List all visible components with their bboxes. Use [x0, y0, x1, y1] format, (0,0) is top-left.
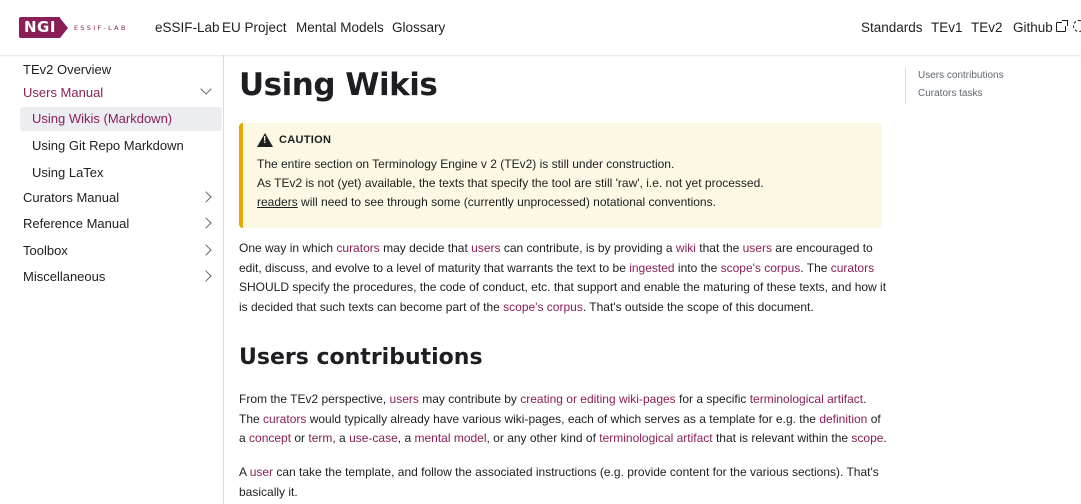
nav-link-standards[interactable]: Standards: [861, 0, 923, 55]
nav-link-mental-models[interactable]: Mental Models: [296, 0, 384, 55]
definition-link[interactable]: definition: [819, 412, 867, 426]
sidebar-item-users-manual[interactable]: Users Manual: [11, 81, 222, 105]
users-link[interactable]: users: [390, 392, 419, 406]
contributions-paragraph: From the TEv2 perspective, users may con…: [239, 390, 889, 449]
sidebar-item-reference-manual[interactable]: Reference Manual: [11, 212, 222, 236]
chevron-right-icon[interactable]: [200, 191, 212, 203]
text-span: can contribute, is by providing a: [500, 241, 676, 255]
term-link[interactable]: term: [308, 431, 332, 445]
caution-line: readers will need to see through some (c…: [257, 193, 868, 212]
chevron-right-icon[interactable]: [200, 217, 212, 229]
text-span: . That's outside the scope of this docum…: [582, 299, 814, 314]
chevron-right-icon[interactable]: [200, 270, 212, 282]
user-link[interactable]: user: [250, 465, 273, 479]
wiki-link[interactable]: wiki: [676, 241, 696, 255]
text-span: A: [239, 465, 250, 479]
nav-link-essif-lab[interactable]: eSSIF-Lab: [155, 0, 220, 55]
sidebar-item-label: Curators Manual: [23, 190, 120, 205]
scopes-corpus-link[interactable]: scope's corpus: [503, 300, 583, 314]
logo-mark: NGI: [19, 17, 60, 38]
mental-model-link[interactable]: mental model: [414, 431, 486, 445]
use-case-link[interactable]: use-case: [349, 431, 398, 445]
sidebar-item-using-git-repo-markdown[interactable]: Using Git Repo Markdown: [20, 134, 222, 158]
curators-link[interactable]: curators: [263, 412, 306, 426]
caution-heading: CAUTION: [257, 133, 868, 147]
users-link[interactable]: users: [743, 241, 772, 255]
caution-line-text: will need to see through some (currently…: [297, 195, 716, 209]
text-span: may contribute by: [418, 392, 521, 406]
terminological-artifact-link[interactable]: terminological artifact: [599, 431, 712, 445]
navbar: NGI ESSIF-LAB eSSIF-Lab EU Project Menta…: [0, 0, 1081, 55]
chevron-right-icon[interactable]: [200, 244, 212, 256]
sidebar-item-label: Using Git Repo Markdown: [32, 138, 184, 153]
text-span: would typically already have various wik…: [306, 411, 820, 426]
github-label: Github: [1013, 20, 1053, 35]
sidebar-item-label: Users Manual: [23, 85, 104, 100]
sidebar-item-using-latex[interactable]: Using LaTex: [20, 161, 222, 185]
sidebar-item-tev2-overview[interactable]: TEv2 Overview: [11, 58, 222, 82]
users-link[interactable]: users: [471, 241, 500, 255]
page-title: Using Wikis: [239, 67, 438, 103]
sidebar: TEv2 Overview Users Manual Using Wikis (…: [0, 55, 224, 504]
nav-link-tev2[interactable]: TEv2: [971, 0, 1003, 55]
sidebar-item-curators-manual[interactable]: Curators Manual: [11, 186, 222, 210]
nav-link-tev1[interactable]: TEv1: [931, 0, 963, 55]
text-span: that is relevant within the: [712, 431, 852, 445]
creating-editing-wiki-pages-link[interactable]: creating or editing wiki-pages: [520, 392, 675, 406]
warning-icon: [257, 133, 273, 147]
sidebar-item-label: Miscellaneous: [23, 269, 106, 284]
site-logo[interactable]: NGI ESSIF-LAB: [19, 17, 128, 38]
text-span: , a: [332, 431, 350, 445]
text-span: that the: [695, 241, 743, 255]
text-span: may decide that: [379, 241, 472, 255]
sidebar-item-miscellaneous[interactable]: Miscellaneous: [11, 265, 222, 289]
template-paragraph: A user can take the template, and follow…: [239, 463, 889, 502]
toc-item-curators-tasks[interactable]: Curators tasks: [918, 86, 1081, 102]
table-of-contents: Users contributions Curators tasks: [905, 68, 1081, 104]
logo-arrow: [59, 17, 68, 38]
nav-link-eu-project[interactable]: EU Project: [222, 0, 287, 55]
sidebar-item-label: Toolbox: [23, 243, 68, 258]
curators-link[interactable]: curators: [831, 261, 874, 275]
text-span: .: [883, 431, 887, 445]
caution-admonition: CAUTION The entire section on Terminolog…: [239, 123, 882, 228]
chevron-down-icon[interactable]: [200, 83, 212, 95]
nav-link-github[interactable]: Github: [1013, 0, 1068, 55]
external-link-icon: [1055, 20, 1068, 32]
section-heading-users-contributions: Users contributions: [239, 345, 483, 370]
concept-link[interactable]: concept: [249, 431, 291, 445]
terminological-artifact-link[interactable]: terminological artifact: [750, 392, 863, 406]
sidebar-item-using-wikis[interactable]: Using Wikis (Markdown): [20, 107, 222, 131]
readers-link[interactable]: readers: [257, 195, 298, 209]
caution-line: The entire section on Terminology Engine…: [257, 157, 675, 171]
text-span: One way in which: [239, 241, 337, 255]
text-span: , or any other kind of: [486, 431, 600, 445]
caution-line: As TEv2 is not (yet) available, the text…: [257, 176, 764, 190]
scopes-corpus-link[interactable]: scope's corpus: [721, 261, 801, 275]
text-span: . The: [800, 260, 831, 275]
text-span: can take the template, and follow the as…: [239, 465, 879, 499]
caution-body: The entire section on Terminology Engine…: [257, 155, 868, 212]
sidebar-item-toolbox[interactable]: Toolbox: [11, 239, 222, 263]
caution-label: CAUTION: [279, 134, 332, 146]
sidebar-item-label: Reference Manual: [23, 216, 130, 231]
toc-item-users-contributions[interactable]: Users contributions: [918, 68, 1081, 84]
sidebar-item-label: Using LaTex: [32, 165, 104, 180]
intro-paragraph: One way in which curators may decide tha…: [239, 239, 889, 317]
curators-link[interactable]: curators: [336, 241, 379, 255]
logo-subtitle: ESSIF-LAB: [73, 23, 128, 32]
text-span: for a specific: [675, 392, 750, 406]
text-span: , a: [397, 431, 415, 445]
text-span: or: [291, 431, 309, 445]
nav-link-glossary[interactable]: Glossary: [392, 0, 445, 55]
text-span: From the TEv2 perspective,: [239, 392, 390, 406]
text-span: into the: [674, 260, 721, 275]
theme-toggle-icon[interactable]: [1073, 20, 1081, 32]
scope-link[interactable]: scope: [851, 431, 883, 445]
sidebar-item-label: Using Wikis (Markdown): [32, 111, 173, 126]
sidebar-item-label: TEv2 Overview: [23, 62, 112, 77]
ingested-link[interactable]: ingested: [629, 261, 674, 275]
